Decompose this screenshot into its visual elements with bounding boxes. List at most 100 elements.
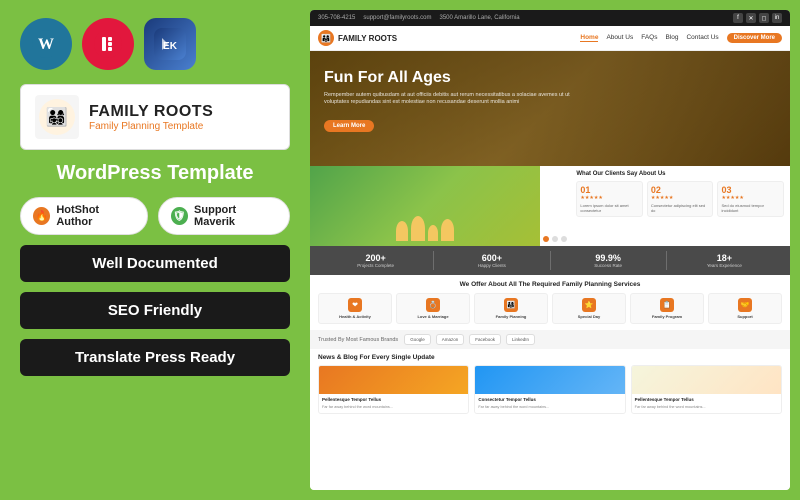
- service-program: 📋 Family Program: [630, 293, 704, 324]
- blog-text-1: Far far away behind the word mountains..…: [322, 405, 465, 410]
- blog-title-1: Pellentesque Tempor Tellus: [322, 397, 465, 403]
- seo-friendly-button[interactable]: SEO Friendly: [20, 292, 290, 329]
- testimonial-card-2: 02 ★★★★★ Consectetur adipiscing elit sed…: [647, 181, 714, 217]
- translate-press-button[interactable]: Translate Press Ready: [20, 339, 290, 376]
- dot-1[interactable]: [543, 236, 549, 242]
- ek-icon: EK: [144, 18, 196, 70]
- slider-dots: [543, 236, 567, 242]
- family-testimonials-section: What Our Clients Say About Us 01 ★★★★★ L…: [310, 166, 790, 246]
- hero-text: Rempember autem quibusdam at aut officii…: [324, 92, 573, 107]
- brand-google: Google: [404, 334, 431, 345]
- left-panel: W EK: [0, 0, 310, 500]
- service-family-icon: 👨‍👩‍👧: [504, 298, 518, 312]
- site-top-bar: 305-708-4215 support@familyroots.com 350…: [310, 10, 790, 26]
- stat-projects: 200+ Projects Complete: [318, 251, 434, 270]
- testimonial-section: What Our Clients Say About Us 01 ★★★★★ L…: [570, 166, 790, 246]
- main-nav: 👨‍👩‍👧 FAMILY ROOTS Home About Us FAQs Bl…: [310, 26, 790, 51]
- service-support-name: Support: [712, 314, 778, 319]
- services-grid: ❤ Health & Activity 💍 Love & Marriage 👨‍…: [318, 293, 782, 324]
- service-health: ❤ Health & Activity: [318, 293, 392, 324]
- nav-link-blog[interactable]: Blog: [665, 34, 678, 42]
- stat-num-1: 200+: [322, 253, 429, 263]
- service-special-icon: ⭐: [582, 298, 596, 312]
- well-documented-button[interactable]: Well Documented: [20, 245, 290, 282]
- blog-img-2: [475, 366, 624, 394]
- nav-cta-button[interactable]: Discover More: [727, 33, 782, 43]
- blog-content-1: Pellentesque Tempor Tellus Far far away …: [319, 394, 468, 413]
- brand-amazon: Amazon: [436, 334, 465, 345]
- stat-clients: 600+ Happy Clients: [434, 251, 550, 270]
- blog-text-2: Far far away behind the word mountains..…: [478, 405, 621, 410]
- elementor-icon: [82, 18, 134, 70]
- preview-container: 305-708-4215 support@familyroots.com 350…: [310, 10, 790, 490]
- testimonial-card-3: 03 ★★★★★ Sed do eiusmod tempor incididun…: [717, 181, 784, 217]
- trusted-section: Trusted By Most Famous Brands Google Ama…: [310, 330, 790, 349]
- badge-row: 🔥 HotShot Author 🛡 Support Maverik: [20, 197, 290, 235]
- nav-links: Home About Us FAQs Blog Contact Us: [580, 34, 718, 42]
- brand-facebook: Facebook: [469, 334, 501, 345]
- service-special-name: Special Day: [556, 314, 622, 319]
- address-info: 3500 Amarillo Lane, California: [440, 15, 520, 21]
- brand-box: 👨‍👩‍👧‍👦 FAMILY ROOTS Family Planning Tem…: [20, 84, 290, 150]
- hero-section: Fun For All Ages Rempember autem quibusd…: [310, 51, 790, 166]
- linkedin-icon: in: [772, 13, 782, 23]
- dot-3[interactable]: [561, 236, 567, 242]
- service-love: 💍 Love & Marriage: [396, 293, 470, 324]
- hero-cta-button[interactable]: Learn More: [324, 120, 374, 132]
- blog-content-3: Pellentesque Tempor Tellus Far far away …: [632, 394, 781, 413]
- nav-logo-icon: 👨‍👩‍👧: [318, 30, 334, 46]
- trusted-label: Trusted By Most Famous Brands: [318, 337, 398, 343]
- instagram-icon: ◻: [759, 13, 769, 23]
- blog-title-3: Pellentesque Tempor Tellus: [635, 397, 778, 403]
- service-family-name: Family Planning: [478, 314, 544, 319]
- blog-section-title: News & Blog For Every Single Update: [318, 354, 782, 361]
- blog-text-3: Far far away behind the word mountains..…: [635, 405, 778, 410]
- wp-template-label: WordPress Template: [20, 162, 290, 185]
- service-special: ⭐ Special Day: [552, 293, 626, 324]
- stat-years: 18+ Years Experience: [667, 251, 782, 270]
- nav-logo: 👨‍👩‍👧 FAMILY ROOTS: [318, 30, 397, 46]
- twitter-icon: ✕: [746, 13, 756, 23]
- t-card-text-1: Lorem ipsum dolor sit amet consectetur: [580, 203, 639, 213]
- stat-num-3: 99.9%: [555, 253, 662, 263]
- service-love-icon: 💍: [426, 298, 440, 312]
- services-section: We Offer About All The Required Family P…: [310, 275, 790, 330]
- blog-cards: Pellentesque Tempor Tellus Far far away …: [318, 365, 782, 414]
- stat-success: 99.9% Success Rate: [551, 251, 667, 270]
- hotshot-author-badge: 🔥 HotShot Author: [20, 197, 148, 235]
- stat-num-4: 18+: [671, 253, 778, 263]
- svg-text:W: W: [38, 36, 54, 53]
- blog-title-2: Consectetur Tempor Tellus: [478, 397, 621, 403]
- hero-title: Fun For All Ages: [324, 69, 573, 87]
- nav-link-about[interactable]: About Us: [606, 34, 633, 42]
- stars-2: ★★★★★: [651, 195, 710, 201]
- dot-2[interactable]: [552, 236, 558, 242]
- blog-card-3: Pellentesque Tempor Tellus Far far away …: [631, 365, 782, 414]
- service-program-name: Family Program: [634, 314, 700, 319]
- testimonial-card-1: 01 ★★★★★ Lorem ipsum dolor sit amet cons…: [576, 181, 643, 217]
- brand-logos: Google Amazon Facebook LinkedIn: [404, 334, 782, 345]
- nav-link-home[interactable]: Home: [580, 34, 598, 42]
- service-health-name: Health & Activity: [322, 314, 388, 319]
- stars-1: ★★★★★: [580, 195, 639, 201]
- nav-link-faqs[interactable]: FAQs: [641, 34, 657, 42]
- testimonial-title: What Our Clients Say About Us: [576, 171, 784, 177]
- preview-panel: 305-708-4215 support@familyroots.com 350…: [310, 10, 790, 490]
- blog-content-2: Consectetur Tempor Tellus Far far away b…: [475, 394, 624, 413]
- stat-num-2: 600+: [438, 253, 545, 263]
- nav-link-contact[interactable]: Contact Us: [686, 34, 718, 42]
- testimonial-cards: 01 ★★★★★ Lorem ipsum dolor sit amet cons…: [576, 181, 784, 217]
- support-maverik-badge: 🛡 Support Maverik: [158, 197, 290, 235]
- blog-img-1: [319, 366, 468, 394]
- service-family: 👨‍👩‍👧 Family Planning: [474, 293, 548, 324]
- facebook-icon: f: [733, 13, 743, 23]
- brand-logo-icon: 👨‍👩‍👧‍👦: [35, 95, 79, 139]
- stat-label-3: Success Rate: [555, 263, 662, 268]
- brand-subtitle: Family Planning Template: [89, 121, 213, 132]
- service-love-name: Love & Marriage: [400, 314, 466, 319]
- family-figures: [396, 216, 454, 241]
- brand-text: FAMILY ROOTS Family Planning Template: [89, 103, 213, 132]
- services-title: We Offer About All The Required Family P…: [318, 281, 782, 288]
- service-support: 🤝 Support: [708, 293, 782, 324]
- stat-label-2: Happy Clients: [438, 263, 545, 268]
